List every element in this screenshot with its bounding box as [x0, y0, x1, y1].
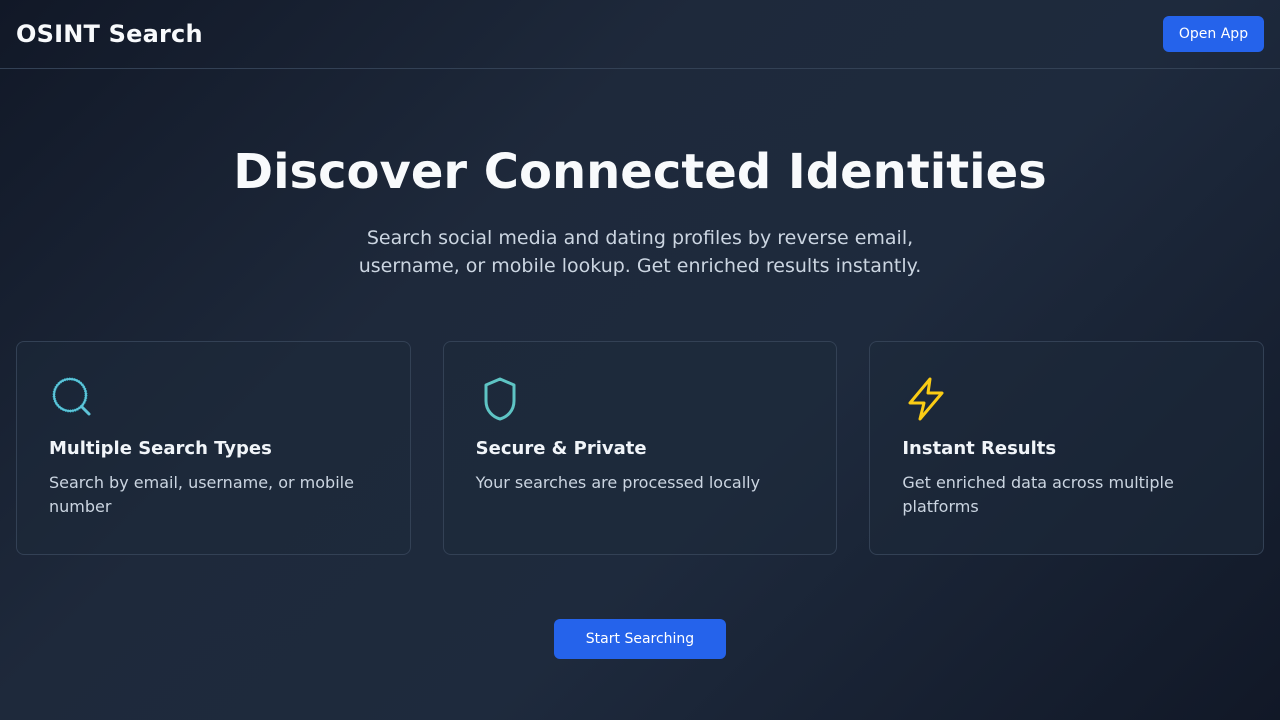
feature-card-instant-results: Instant Results Get enriched data across…	[869, 341, 1265, 555]
top-header: OSINT Search Open App	[0, 0, 1280, 69]
shield-icon	[484, 377, 516, 421]
feature-description: Your searches are processed locally	[475, 473, 761, 492]
start-searching-button[interactable]: Start Searching	[554, 619, 726, 659]
feature-card-secure-private: Secure & Private Your searches are proce…	[442, 341, 838, 555]
hero-subtitle: Search social media and dating profiles …	[358, 227, 922, 277]
cta-section: Start Searching	[0, 619, 1280, 659]
feature-cards: Multiple Search Types Search by email, u…	[16, 341, 1265, 555]
lightning-icon	[908, 377, 944, 421]
open-app-button[interactable]: Open App	[1163, 16, 1264, 52]
search-icon	[52, 377, 91, 416]
feature-title: Instant Results	[902, 438, 1057, 459]
feature-card-search-types: Multiple Search Types Search by email, u…	[16, 341, 411, 555]
hero-section: Discover Connected Identities Search soc…	[0, 140, 1280, 280]
feature-description: Get enriched data across multiple platfo…	[902, 473, 1174, 516]
hero-title: Discover Connected Identities	[233, 144, 1047, 200]
feature-title: Multiple Search Types	[49, 438, 272, 459]
brand-title: OSINT Search	[16, 20, 203, 48]
feature-description: Search by email, username, or mobile num…	[49, 473, 354, 516]
feature-title: Secure & Private	[475, 438, 647, 459]
